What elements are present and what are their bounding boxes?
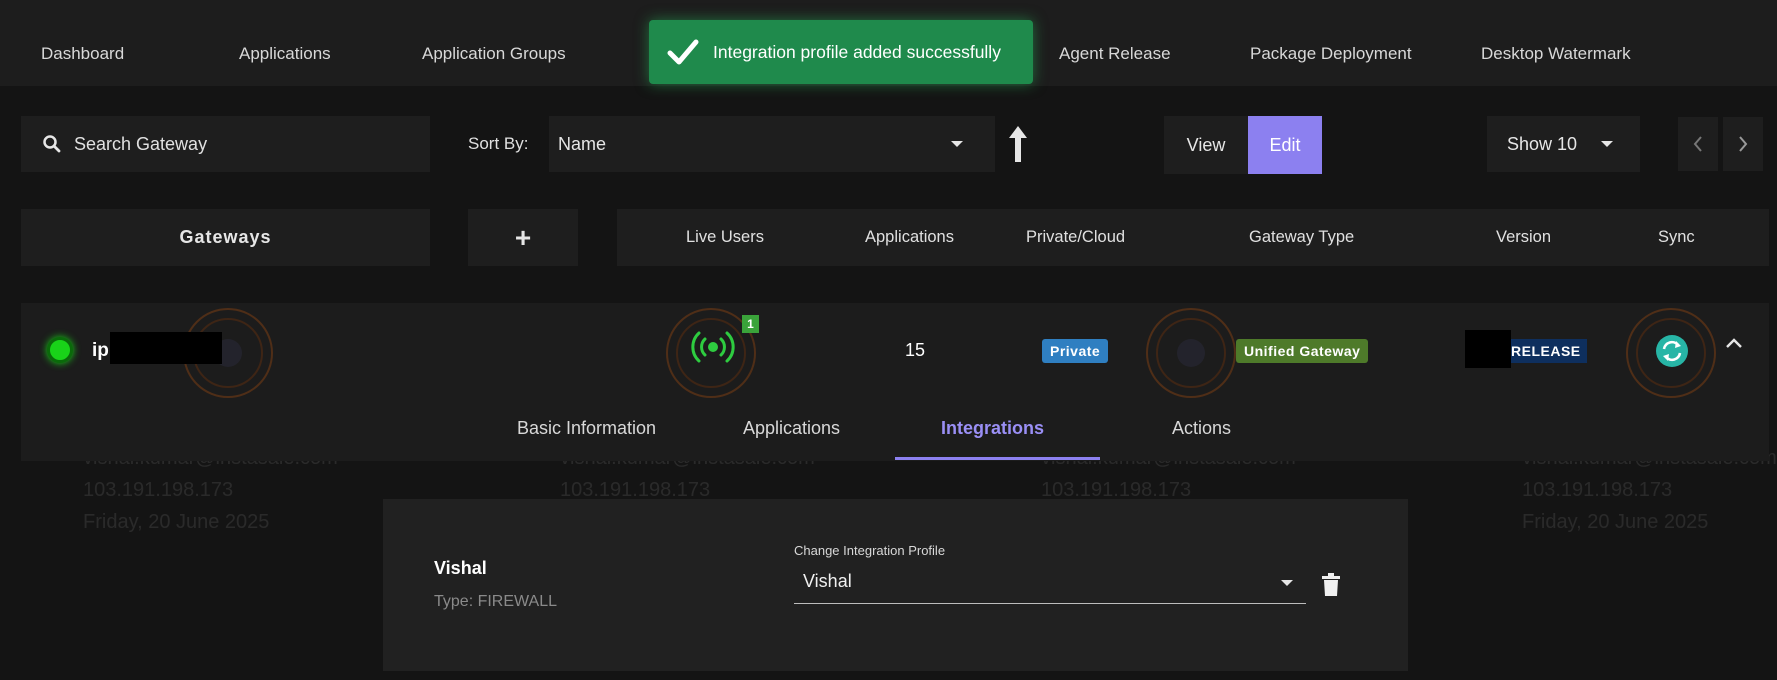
ring-decoration-icon: [1146, 308, 1236, 398]
integration-profile-value: Vishal: [803, 571, 852, 591]
integration-field-label: Change Integration Profile: [794, 543, 946, 558]
active-tab-indicator: [895, 457, 1100, 460]
tab-basic-information[interactable]: Basic Information: [517, 418, 656, 439]
integration-name: Vishal: [434, 558, 487, 578]
chevron-down-icon: [951, 141, 963, 147]
toast-message: Integration profile added successfully: [713, 41, 1001, 62]
tab-actions[interactable]: Actions: [1172, 418, 1231, 439]
nav-desktop-watermark[interactable]: Desktop Watermark: [1481, 44, 1631, 64]
col-applications: Applications: [865, 228, 954, 246]
integration-type: Type: FIREWALL: [434, 593, 557, 610]
page-size-value: Show 10: [1507, 133, 1578, 154]
gateway-type-badge: Unified Gateway: [1236, 339, 1369, 363]
broadcast-icon[interactable]: [690, 324, 736, 370]
gateways-header: Gateways: [21, 209, 430, 266]
redacted-block: [1465, 330, 1511, 368]
nav-package-deployment[interactable]: Package Deployment: [1250, 44, 1412, 64]
integration-profile-select[interactable]: Vishal: [794, 565, 1306, 604]
nav-applications[interactable]: Applications: [239, 44, 331, 64]
chevron-left-icon: [1693, 136, 1702, 152]
col-gateway-type: Gateway Type: [1249, 228, 1355, 246]
trash-icon[interactable]: [1321, 573, 1341, 597]
chevron-up-icon[interactable]: [1725, 337, 1743, 349]
gateway-name[interactable]: ip: [92, 340, 109, 362]
nav-dashboard[interactable]: Dashboard: [41, 44, 124, 64]
chevron-down-icon: [1601, 141, 1613, 147]
chevron-down-icon: [1281, 580, 1293, 586]
add-gateway-button[interactable]: +: [468, 209, 578, 266]
status-online-icon: [47, 337, 73, 363]
tab-integrations[interactable]: Integrations: [941, 418, 1044, 439]
search-icon: [43, 135, 61, 153]
applications-count: 15: [905, 340, 926, 360]
chevron-right-icon: [1739, 136, 1748, 152]
nav-application-groups[interactable]: Application Groups: [422, 44, 566, 64]
live-users-badge: 1: [742, 315, 759, 333]
next-page-button[interactable]: [1723, 117, 1763, 171]
redacted-block: [110, 332, 222, 364]
prev-page-button[interactable]: [1678, 117, 1718, 171]
search-input[interactable]: [72, 132, 406, 156]
col-live-users: Live Users: [686, 228, 764, 246]
sync-icon[interactable]: [1655, 334, 1689, 368]
view-button[interactable]: View: [1164, 116, 1248, 174]
version-badge: RELEASE: [1509, 339, 1587, 363]
column-headers: Live Users Applications Private/Cloud Ga…: [617, 209, 1769, 266]
sort-label: Sort By:: [468, 134, 529, 153]
col-version: Version: [1496, 228, 1552, 246]
gateway-row[interactable]: [21, 303, 1769, 461]
sort-select[interactable]: Name: [549, 116, 995, 172]
col-sync: Sync: [1658, 228, 1695, 246]
page-size-select[interactable]: Show 10: [1487, 116, 1640, 172]
network-badge: Private: [1042, 339, 1109, 363]
col-private-cloud: Private/Cloud: [1026, 228, 1126, 246]
search-box: [21, 116, 430, 172]
edit-button[interactable]: Edit: [1248, 116, 1322, 174]
check-icon: [667, 39, 699, 65]
tab-applications[interactable]: Applications: [743, 418, 840, 439]
sort-direction-icon[interactable]: [1007, 124, 1029, 164]
success-toast: Integration profile added successfully: [649, 20, 1033, 84]
sort-value: Name: [558, 133, 607, 154]
nav-agent-release[interactable]: Agent Release: [1059, 44, 1171, 64]
